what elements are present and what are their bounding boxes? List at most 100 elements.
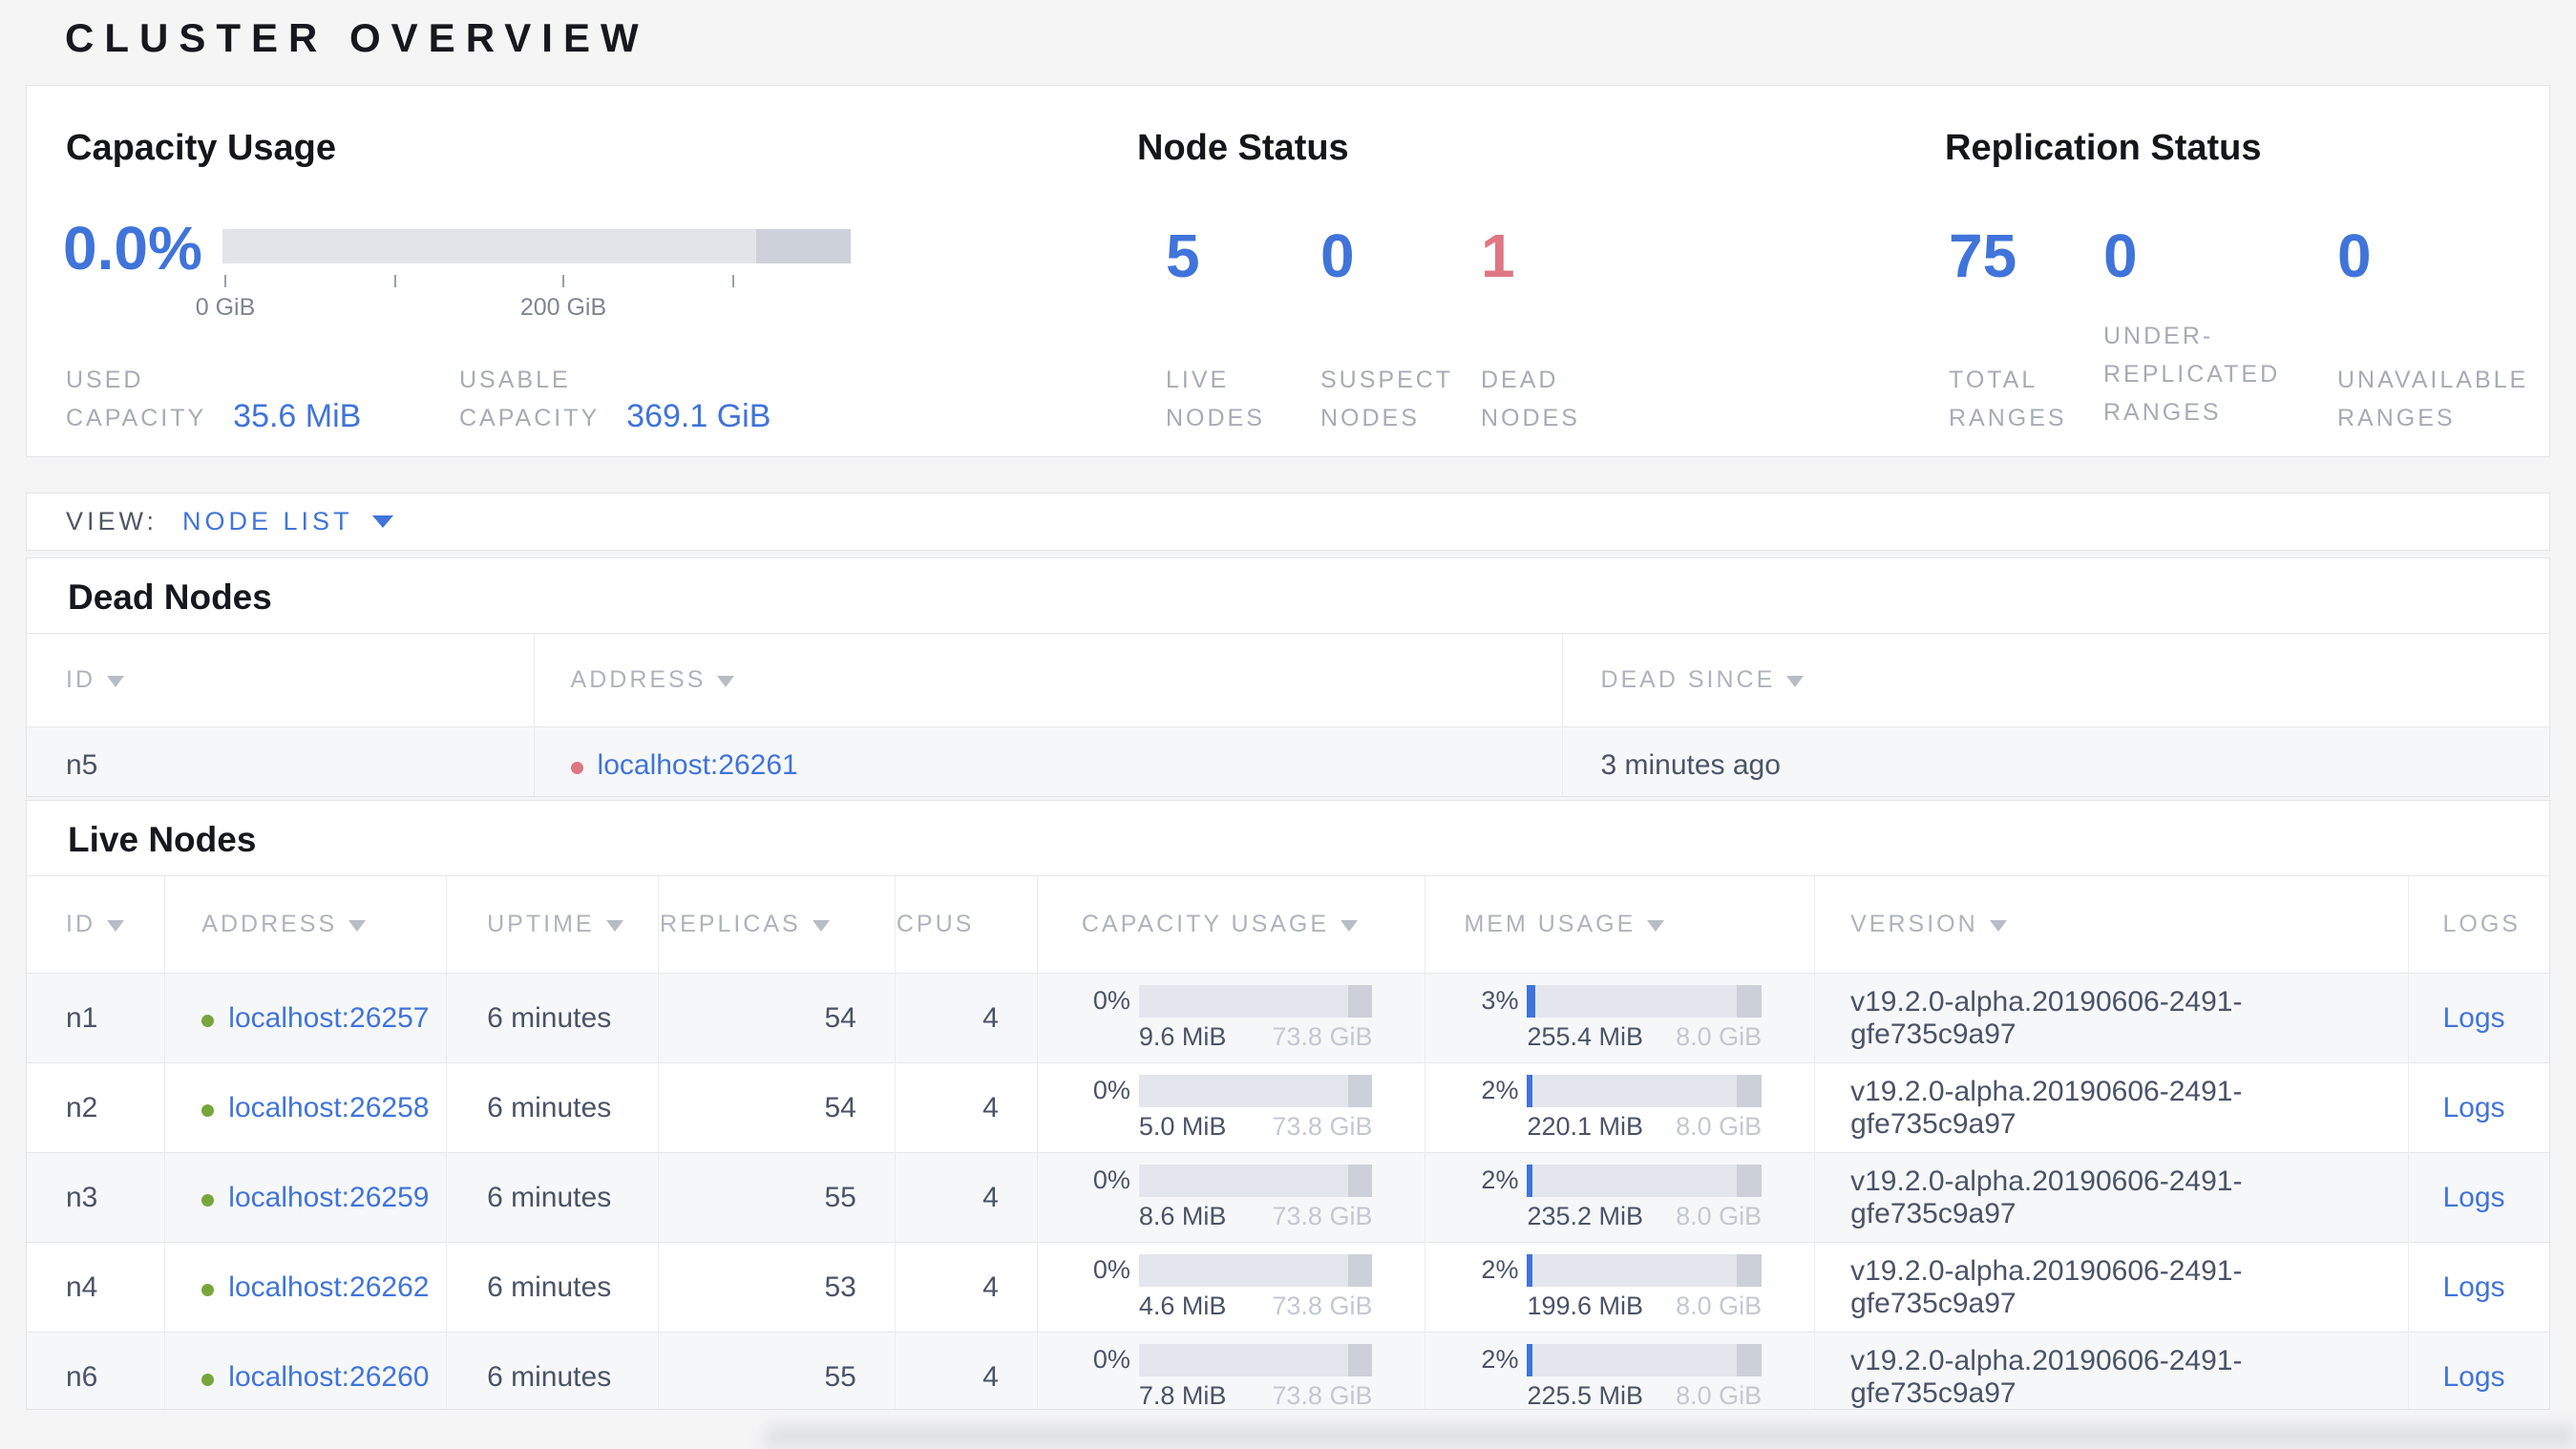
dead-nodes-label: DEAD NODES bbox=[1481, 367, 1580, 431]
live-col-logs: LOGS bbox=[2407, 875, 2549, 974]
live-status-dot-icon bbox=[201, 1283, 215, 1296]
cluster-summary-card: Capacity Usage 0.0% 0 GiB 200 GiB USED C… bbox=[26, 85, 2550, 457]
cpus-cell: 4 bbox=[894, 1152, 1038, 1243]
node-address-cell: localhost:26257 bbox=[164, 973, 447, 1063]
bottom-shadow bbox=[764, 1424, 2576, 1449]
axis-tick bbox=[394, 275, 396, 287]
view-label: VIEW: bbox=[66, 507, 158, 536]
capacity-usage-bar bbox=[1138, 1343, 1373, 1376]
replicas-cell: 55 bbox=[658, 1332, 896, 1409]
live-col-version[interactable]: VERSION bbox=[1814, 875, 2408, 974]
live-nodes-stat: 5 LIVE NODES bbox=[1166, 221, 1317, 431]
node-address-cell: localhost:26260 bbox=[164, 1332, 447, 1409]
mem-usage-cell: 2% 220.1 MiB 8.0 GiB bbox=[1425, 1062, 1815, 1153]
live-node-row: n6 localhost:26260 6 minutes 55 4 0% 7.8… bbox=[27, 1332, 2549, 1409]
view-dropdown[interactable]: NODE LIST bbox=[182, 507, 393, 536]
chevron-down-icon bbox=[371, 515, 393, 528]
uptime-cell: 6 minutes bbox=[446, 973, 659, 1063]
dead-nodes-section: Dead Nodes ID ADDRESS DEAD SINCE n5 loca… bbox=[26, 557, 2550, 797]
logs-cell: Logs bbox=[2407, 1332, 2549, 1409]
unavailable-ranges-label: UNAVAILABLE RANGES bbox=[2337, 367, 2529, 431]
logs-cell: Logs bbox=[2407, 1242, 2549, 1333]
capacity-used-percent: 0.0% bbox=[63, 214, 202, 283]
dead-col-id[interactable]: ID bbox=[27, 633, 535, 727]
under-replicated-ranges-label: UNDER- REPLICATED RANGES bbox=[2103, 323, 2281, 426]
used-capacity-value: 35.6 MiB bbox=[233, 398, 362, 434]
sort-arrow-icon bbox=[717, 676, 735, 687]
dead-col-address[interactable]: ADDRESS bbox=[533, 633, 1563, 727]
capacity-usage-heading: Capacity Usage bbox=[66, 128, 337, 168]
node-address-link[interactable]: localhost:26258 bbox=[228, 1092, 429, 1124]
live-node-row: n1 localhost:26257 6 minutes 54 4 0% 9.6… bbox=[27, 973, 2549, 1063]
logs-link[interactable]: Logs bbox=[2443, 1002, 2505, 1034]
dead-nodes-heading: Dead Nodes bbox=[68, 578, 272, 617]
uptime-cell: 6 minutes bbox=[446, 1332, 659, 1409]
sort-arrow-icon bbox=[107, 920, 124, 932]
total-ranges-label: TOTAL RANGES bbox=[1949, 367, 2067, 431]
sort-arrow-icon bbox=[1341, 920, 1359, 932]
sort-arrow-icon bbox=[812, 920, 830, 932]
dead-since-cell: 3 minutes ago bbox=[1562, 726, 2549, 796]
mem-usage-cell: 3% 255.4 MiB 8.0 GiB bbox=[1425, 973, 1815, 1063]
axis-label-200gib: 200 GiB bbox=[519, 294, 607, 321]
node-address-link[interactable]: localhost:26262 bbox=[228, 1271, 429, 1303]
live-status-dot-icon bbox=[201, 1014, 215, 1027]
logs-link[interactable]: Logs bbox=[2443, 1092, 2505, 1124]
live-col-uptime[interactable]: UPTIME bbox=[446, 875, 659, 974]
node-address-link[interactable]: localhost:26260 bbox=[228, 1361, 429, 1393]
node-address-cell: localhost:26261 bbox=[533, 726, 1563, 796]
live-nodes-header-row: ID ADDRESS UPTIME REPLICAS CPUS CAPACITY… bbox=[27, 875, 2549, 974]
axis-label-0gib: 0 GiB bbox=[195, 294, 256, 321]
unavailable-ranges-count: 0 bbox=[2337, 221, 2372, 290]
node-address-cell: localhost:26259 bbox=[164, 1152, 447, 1243]
live-col-capacity-usage[interactable]: CAPACITY USAGE bbox=[1036, 875, 1425, 974]
dead-nodes-header-row: ID ADDRESS DEAD SINCE bbox=[27, 633, 2549, 727]
suspect-nodes-label: SUSPECT NODES bbox=[1320, 367, 1454, 431]
uptime-cell: 6 minutes bbox=[446, 1062, 659, 1153]
sort-arrow-icon bbox=[107, 676, 124, 687]
replication-status-heading: Replication Status bbox=[1945, 128, 2262, 168]
capacity-usage-cell: 0% 5.0 MiB 73.8 GiB bbox=[1036, 1062, 1425, 1153]
live-col-id[interactable]: ID bbox=[27, 875, 165, 974]
live-nodes-label: LIVE NODES bbox=[1166, 367, 1265, 431]
cpus-cell: 4 bbox=[894, 973, 1038, 1063]
capacity-bar-reserved-segment bbox=[756, 229, 851, 263]
dead-col-dead-since[interactable]: DEAD SINCE bbox=[1562, 633, 2549, 727]
replicas-cell: 54 bbox=[658, 1062, 896, 1153]
uptime-cell: 6 minutes bbox=[446, 1152, 659, 1243]
replicas-cell: 55 bbox=[658, 1152, 896, 1243]
node-address-link[interactable]: localhost:26259 bbox=[228, 1182, 429, 1213]
live-col-address[interactable]: ADDRESS bbox=[164, 875, 447, 974]
axis-tick bbox=[562, 275, 564, 287]
node-id-cell: n6 bbox=[27, 1332, 165, 1409]
uptime-cell: 6 minutes bbox=[446, 1242, 659, 1333]
live-nodes-table: ID ADDRESS UPTIME REPLICAS CPUS CAPACITY… bbox=[27, 875, 2549, 1409]
capacity-usage-bar bbox=[1138, 1074, 1373, 1107]
logs-link[interactable]: Logs bbox=[2443, 1361, 2505, 1393]
live-col-mem-usage[interactable]: MEM USAGE bbox=[1425, 875, 1815, 974]
live-nodes-section: Live Nodes ID ADDRESS UPTIME REPLICAS CP… bbox=[26, 800, 2550, 1410]
node-id-cell: n5 bbox=[27, 726, 535, 796]
capacity-usage-bar bbox=[1138, 1253, 1373, 1287]
version-cell: v19.2.0-alpha.20190606-2491-gfe735c9a97 bbox=[1814, 973, 2408, 1063]
under-replicated-ranges-count: 0 bbox=[2103, 221, 2138, 290]
node-id-cell: n3 bbox=[27, 1152, 165, 1243]
live-nodes-count: 5 bbox=[1166, 221, 1200, 290]
sort-arrow-icon bbox=[1989, 920, 2007, 932]
used-capacity-stat: USED CAPACITY 35.6 MiB bbox=[66, 361, 361, 437]
capacity-usage-cell: 0% 9.6 MiB 73.8 GiB bbox=[1036, 973, 1425, 1063]
sort-arrow-icon bbox=[1647, 920, 1665, 932]
mem-usage-bar bbox=[1527, 1164, 1763, 1197]
mem-usage-bar bbox=[1527, 984, 1763, 1018]
sort-arrow-icon bbox=[348, 920, 367, 932]
logs-link[interactable]: Logs bbox=[2443, 1271, 2505, 1303]
logs-link[interactable]: Logs bbox=[2443, 1182, 2505, 1213]
live-col-replicas[interactable]: REPLICAS bbox=[658, 875, 896, 974]
dead-nodes-stat: 1 DEAD NODES bbox=[1481, 225, 1632, 431]
node-id-cell: n1 bbox=[27, 973, 165, 1063]
node-address-link[interactable]: localhost:26257 bbox=[228, 1002, 429, 1034]
cpus-cell: 4 bbox=[894, 1332, 1038, 1409]
node-address-link[interactable]: localhost:26261 bbox=[598, 749, 798, 781]
logs-cell: Logs bbox=[2407, 1062, 2549, 1153]
live-node-row: n2 localhost:26258 6 minutes 54 4 0% 5.0… bbox=[27, 1062, 2549, 1153]
